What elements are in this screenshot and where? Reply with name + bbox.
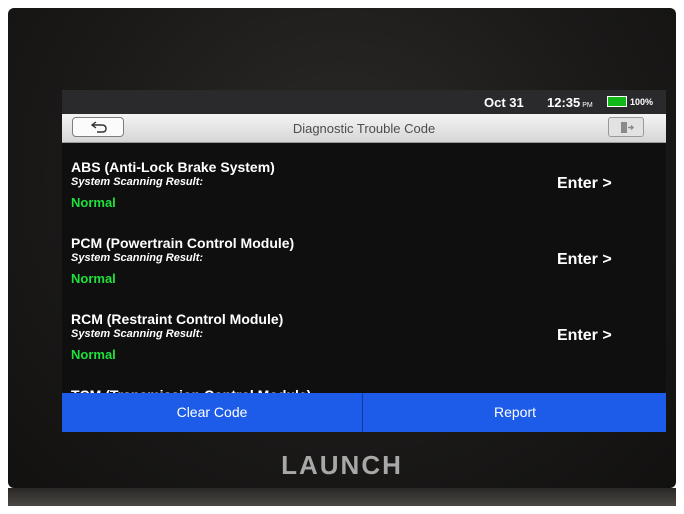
title-bar: Diagnostic Trouble Code bbox=[62, 114, 666, 143]
system-list: ABS (Anti-Lock Brake System) System Scan… bbox=[62, 143, 666, 395]
status-time: 12:35 PM bbox=[547, 95, 593, 110]
system-name: RCM (Restraint Control Module) bbox=[71, 311, 284, 327]
scan-result-value: Normal bbox=[71, 271, 116, 286]
scan-result-value: Normal bbox=[71, 347, 116, 362]
clear-code-button[interactable]: Clear Code bbox=[62, 393, 362, 432]
enter-button-rcm[interactable]: Enter > bbox=[557, 327, 612, 345]
battery-icon bbox=[607, 96, 627, 107]
brand-logo: LAUNCH bbox=[281, 450, 403, 480]
device-base bbox=[8, 488, 676, 506]
clock-time: 12:35 bbox=[547, 95, 581, 110]
status-date: Oct 31 bbox=[484, 95, 524, 110]
system-name: PCM (Powertrain Control Module) bbox=[71, 235, 295, 251]
bottom-action-bar: Clear Code Report bbox=[62, 393, 666, 432]
scan-result-label: System Scanning Result: bbox=[71, 328, 204, 340]
clock-ampm: PM bbox=[582, 102, 593, 109]
system-item-rcm: RCM (Restraint Control Module) System Sc… bbox=[62, 305, 666, 381]
scan-result-value: Normal bbox=[71, 195, 116, 210]
system-item-pcm: PCM (Powertrain Control Module) System S… bbox=[62, 229, 666, 305]
scan-result-label: System Scanning Result: bbox=[71, 252, 204, 264]
status-bar: Oct 31 12:35 PM 100% bbox=[62, 90, 666, 114]
enter-button-abs[interactable]: Enter > bbox=[557, 175, 612, 193]
system-name: ABS (Anti-Lock Brake System) bbox=[71, 159, 275, 175]
page-title: Diagnostic Trouble Code bbox=[292, 121, 436, 136]
scan-result-label: System Scanning Result: bbox=[71, 176, 204, 188]
enter-button-pcm[interactable]: Enter > bbox=[557, 251, 612, 269]
system-item-abs: ABS (Anti-Lock Brake System) System Scan… bbox=[62, 153, 666, 229]
battery-percent: 100% bbox=[630, 97, 654, 107]
device-screen: Oct 31 12:35 PM 100% Diagnostic Trouble C… bbox=[62, 90, 666, 432]
exit-icon bbox=[621, 122, 634, 133]
report-button[interactable]: Report bbox=[362, 393, 666, 432]
exit-button[interactable] bbox=[608, 117, 644, 137]
